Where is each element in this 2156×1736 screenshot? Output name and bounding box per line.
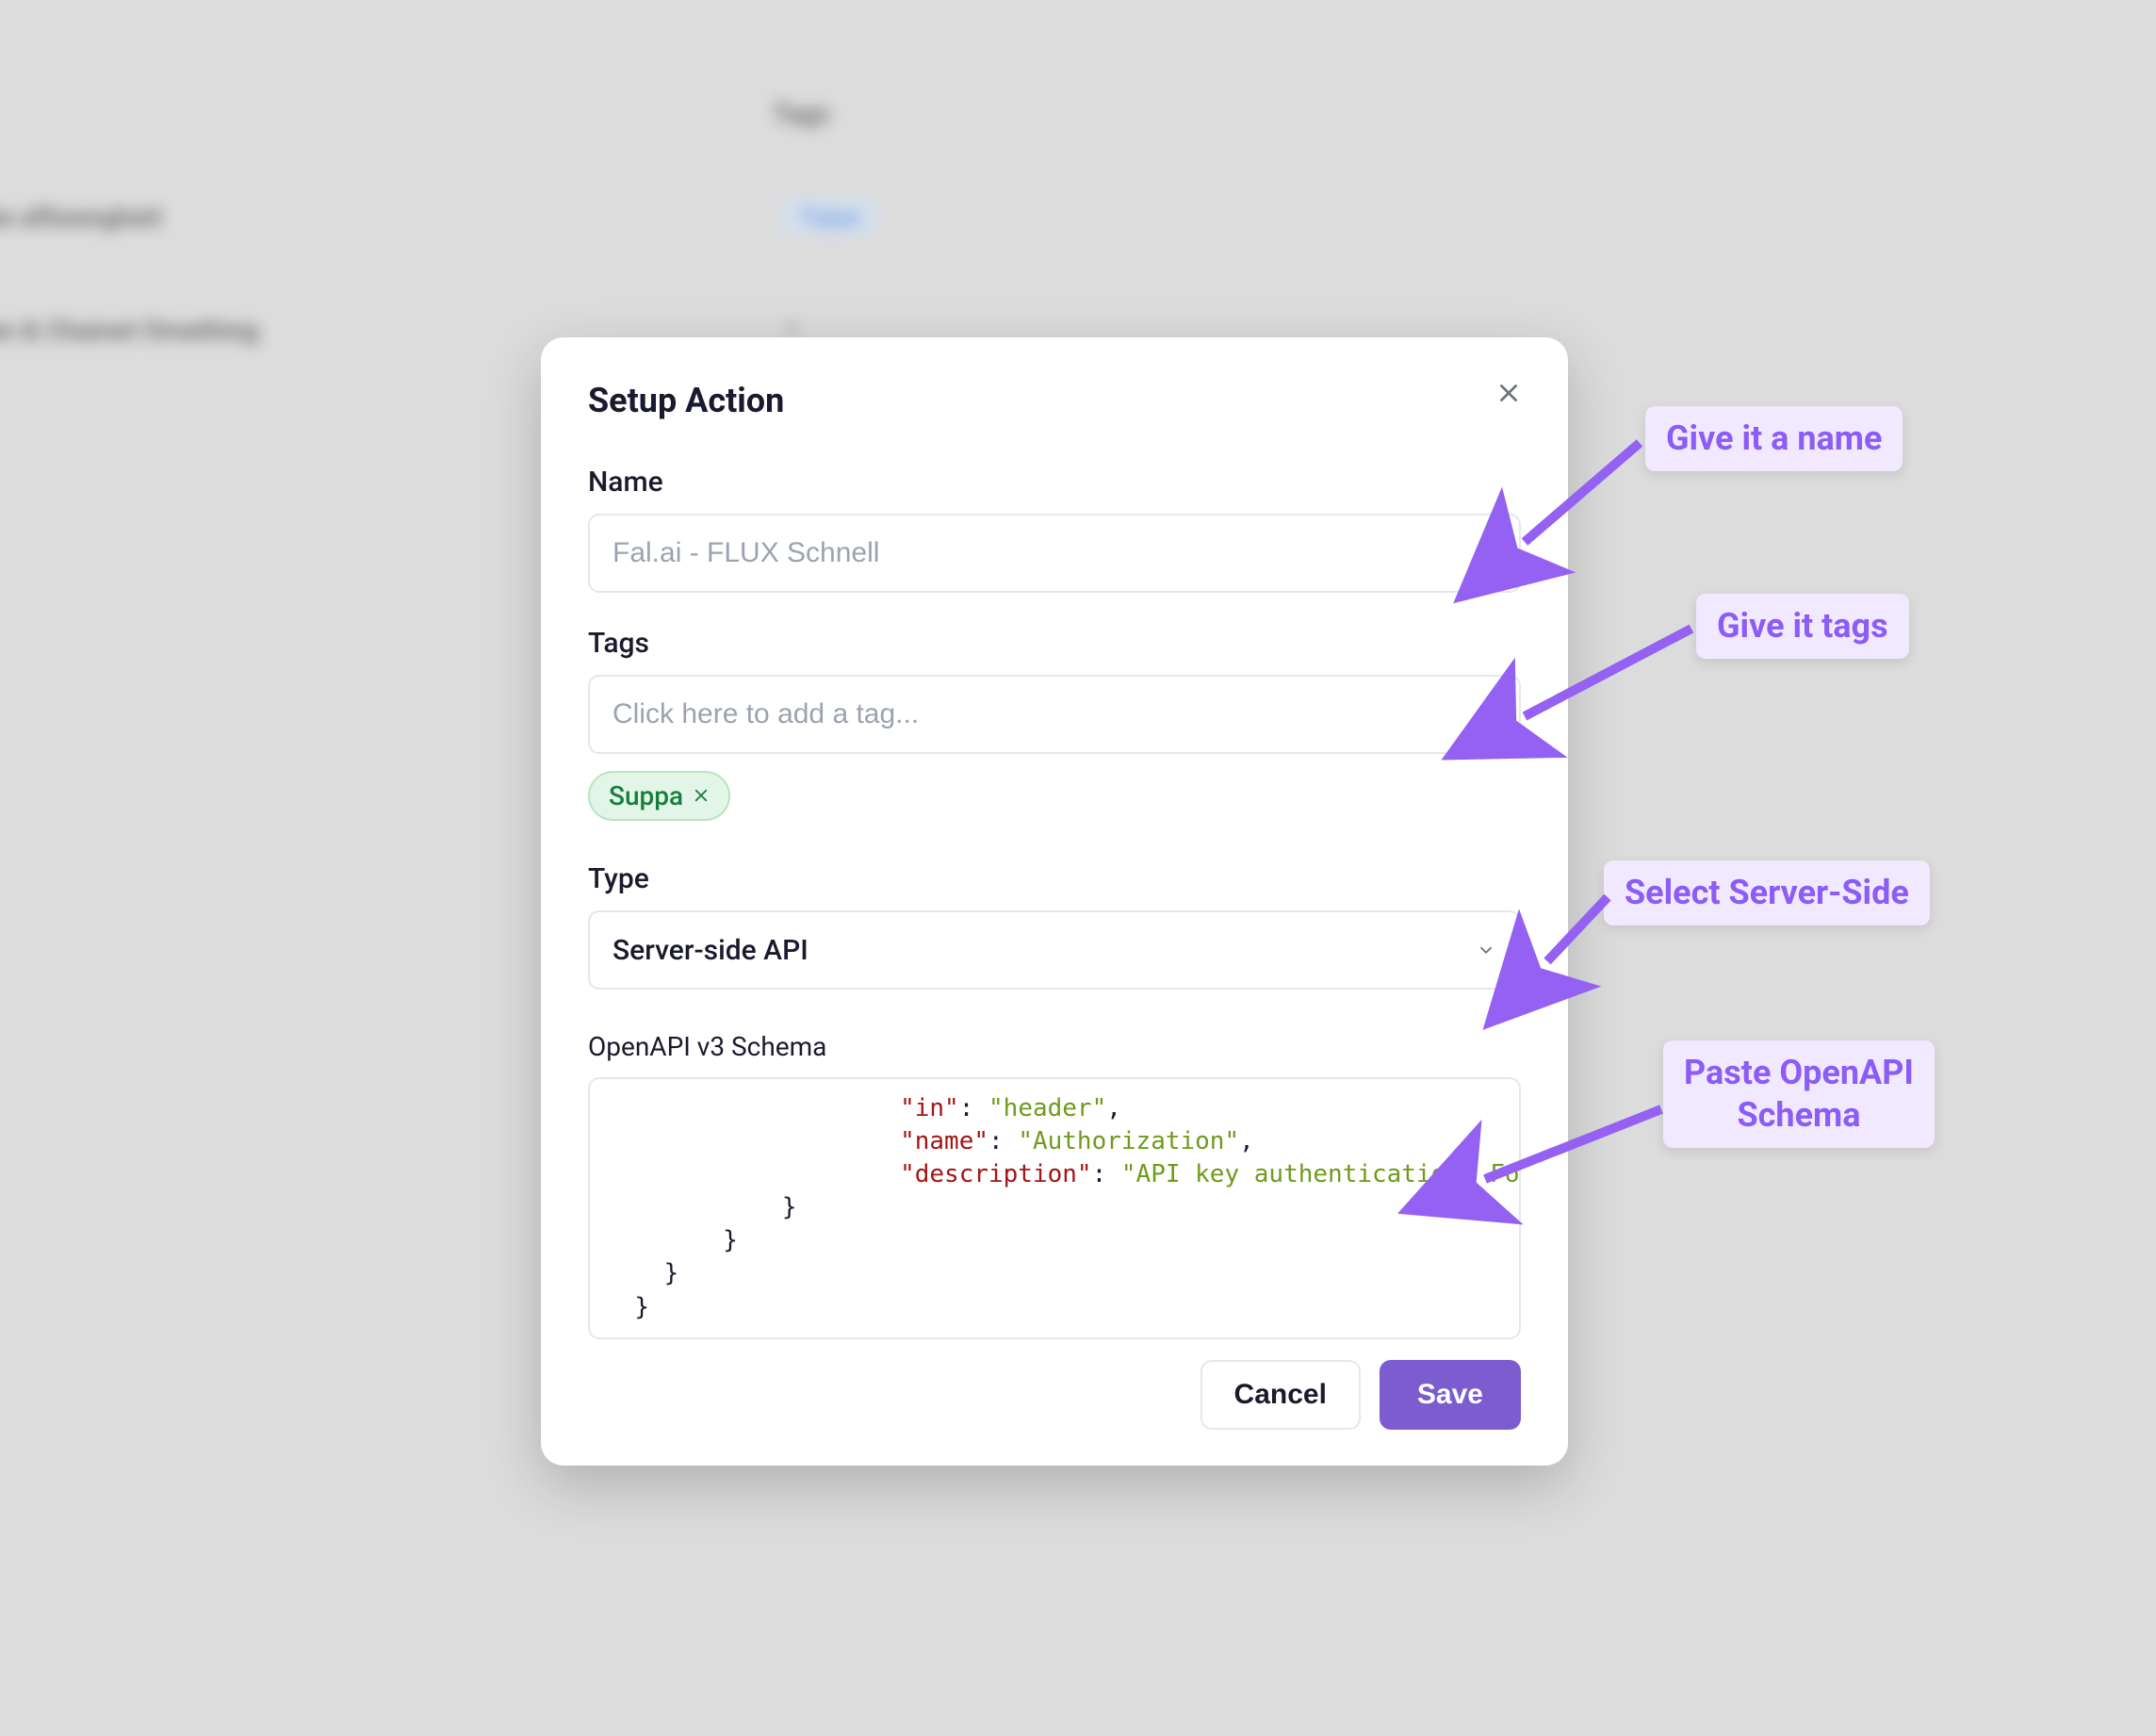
- save-button[interactable]: Save: [1380, 1360, 1521, 1430]
- schema-label: OpenAPI v3 Schema: [588, 1031, 1521, 1062]
- tag-chip[interactable]: Suppa: [588, 771, 730, 821]
- type-select[interactable]: Server-side API: [588, 910, 1521, 990]
- arrow-1: [1508, 429, 1658, 580]
- tags-group: Tags Suppa: [588, 627, 1521, 821]
- name-label: Name: [588, 466, 1521, 499]
- tags-input[interactable]: [588, 675, 1521, 754]
- arrow-4: [1468, 1098, 1675, 1211]
- annotation-type: Select Server-Side: [1604, 860, 1930, 925]
- schema-textarea[interactable]: "in": "header", "name": "Authorization",…: [588, 1077, 1521, 1339]
- modal-header: Setup Action: [588, 381, 1521, 420]
- close-button[interactable]: [1496, 381, 1521, 411]
- tags-label: Tags: [588, 627, 1521, 660]
- setup-action-modal: Setup Action Name Tags Suppa Type: [541, 337, 1568, 1466]
- tag-remove-icon[interactable]: [693, 783, 710, 810]
- modal-title: Setup Action: [588, 381, 784, 420]
- chevron-down-icon: [1476, 940, 1496, 960]
- tag-chip-label: Suppa: [609, 780, 683, 811]
- schema-group: OpenAPI v3 Schema "in": "header", "name"…: [588, 1031, 1521, 1339]
- cancel-button[interactable]: Cancel: [1200, 1360, 1361, 1430]
- annotation-schema: Paste OpenAPI Schema: [1663, 1040, 1935, 1148]
- type-value: Server-side API: [612, 934, 808, 967]
- type-group: Type Server-side API: [588, 862, 1521, 990]
- arrow-2: [1508, 614, 1706, 746]
- name-input[interactable]: [588, 514, 1521, 593]
- close-icon: [1496, 381, 1521, 405]
- button-row: Cancel Save: [588, 1360, 1521, 1430]
- name-group: Name: [588, 466, 1521, 593]
- arrow-3: [1532, 886, 1636, 990]
- annotation-name: Give it a name: [1645, 406, 1903, 471]
- type-label: Type: [588, 862, 1521, 895]
- annotation-tags: Give it tags: [1696, 594, 1909, 659]
